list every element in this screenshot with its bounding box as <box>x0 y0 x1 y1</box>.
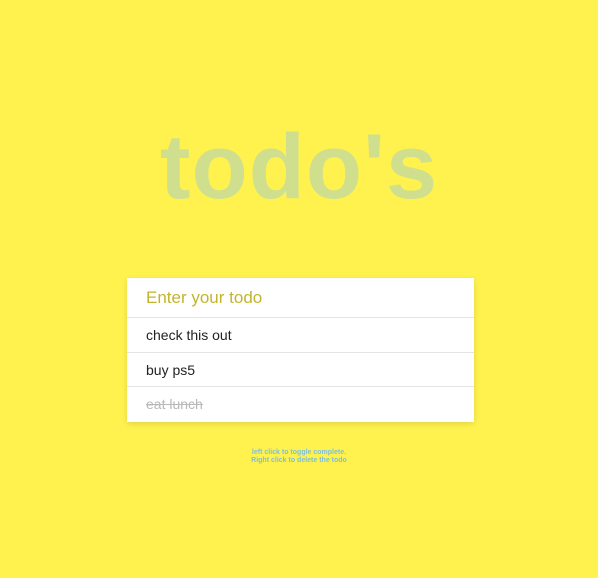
todo-list: check this out buy ps5 eat lunch <box>127 318 474 422</box>
todo-item[interactable]: buy ps5 <box>127 353 474 387</box>
todo-input[interactable] <box>127 278 474 318</box>
usage-hint: left click to toggle complete. Right cli… <box>0 449 598 465</box>
todo-card: check this out buy ps5 eat lunch <box>127 278 474 422</box>
todo-item[interactable]: eat lunch <box>127 387 474 422</box>
hint-line-delete: Right click to delete the todo <box>251 457 347 464</box>
todo-item[interactable]: check this out <box>127 318 474 353</box>
hint-line-toggle: left click to toggle complete. <box>251 449 347 456</box>
page-title: todo's <box>159 116 439 218</box>
